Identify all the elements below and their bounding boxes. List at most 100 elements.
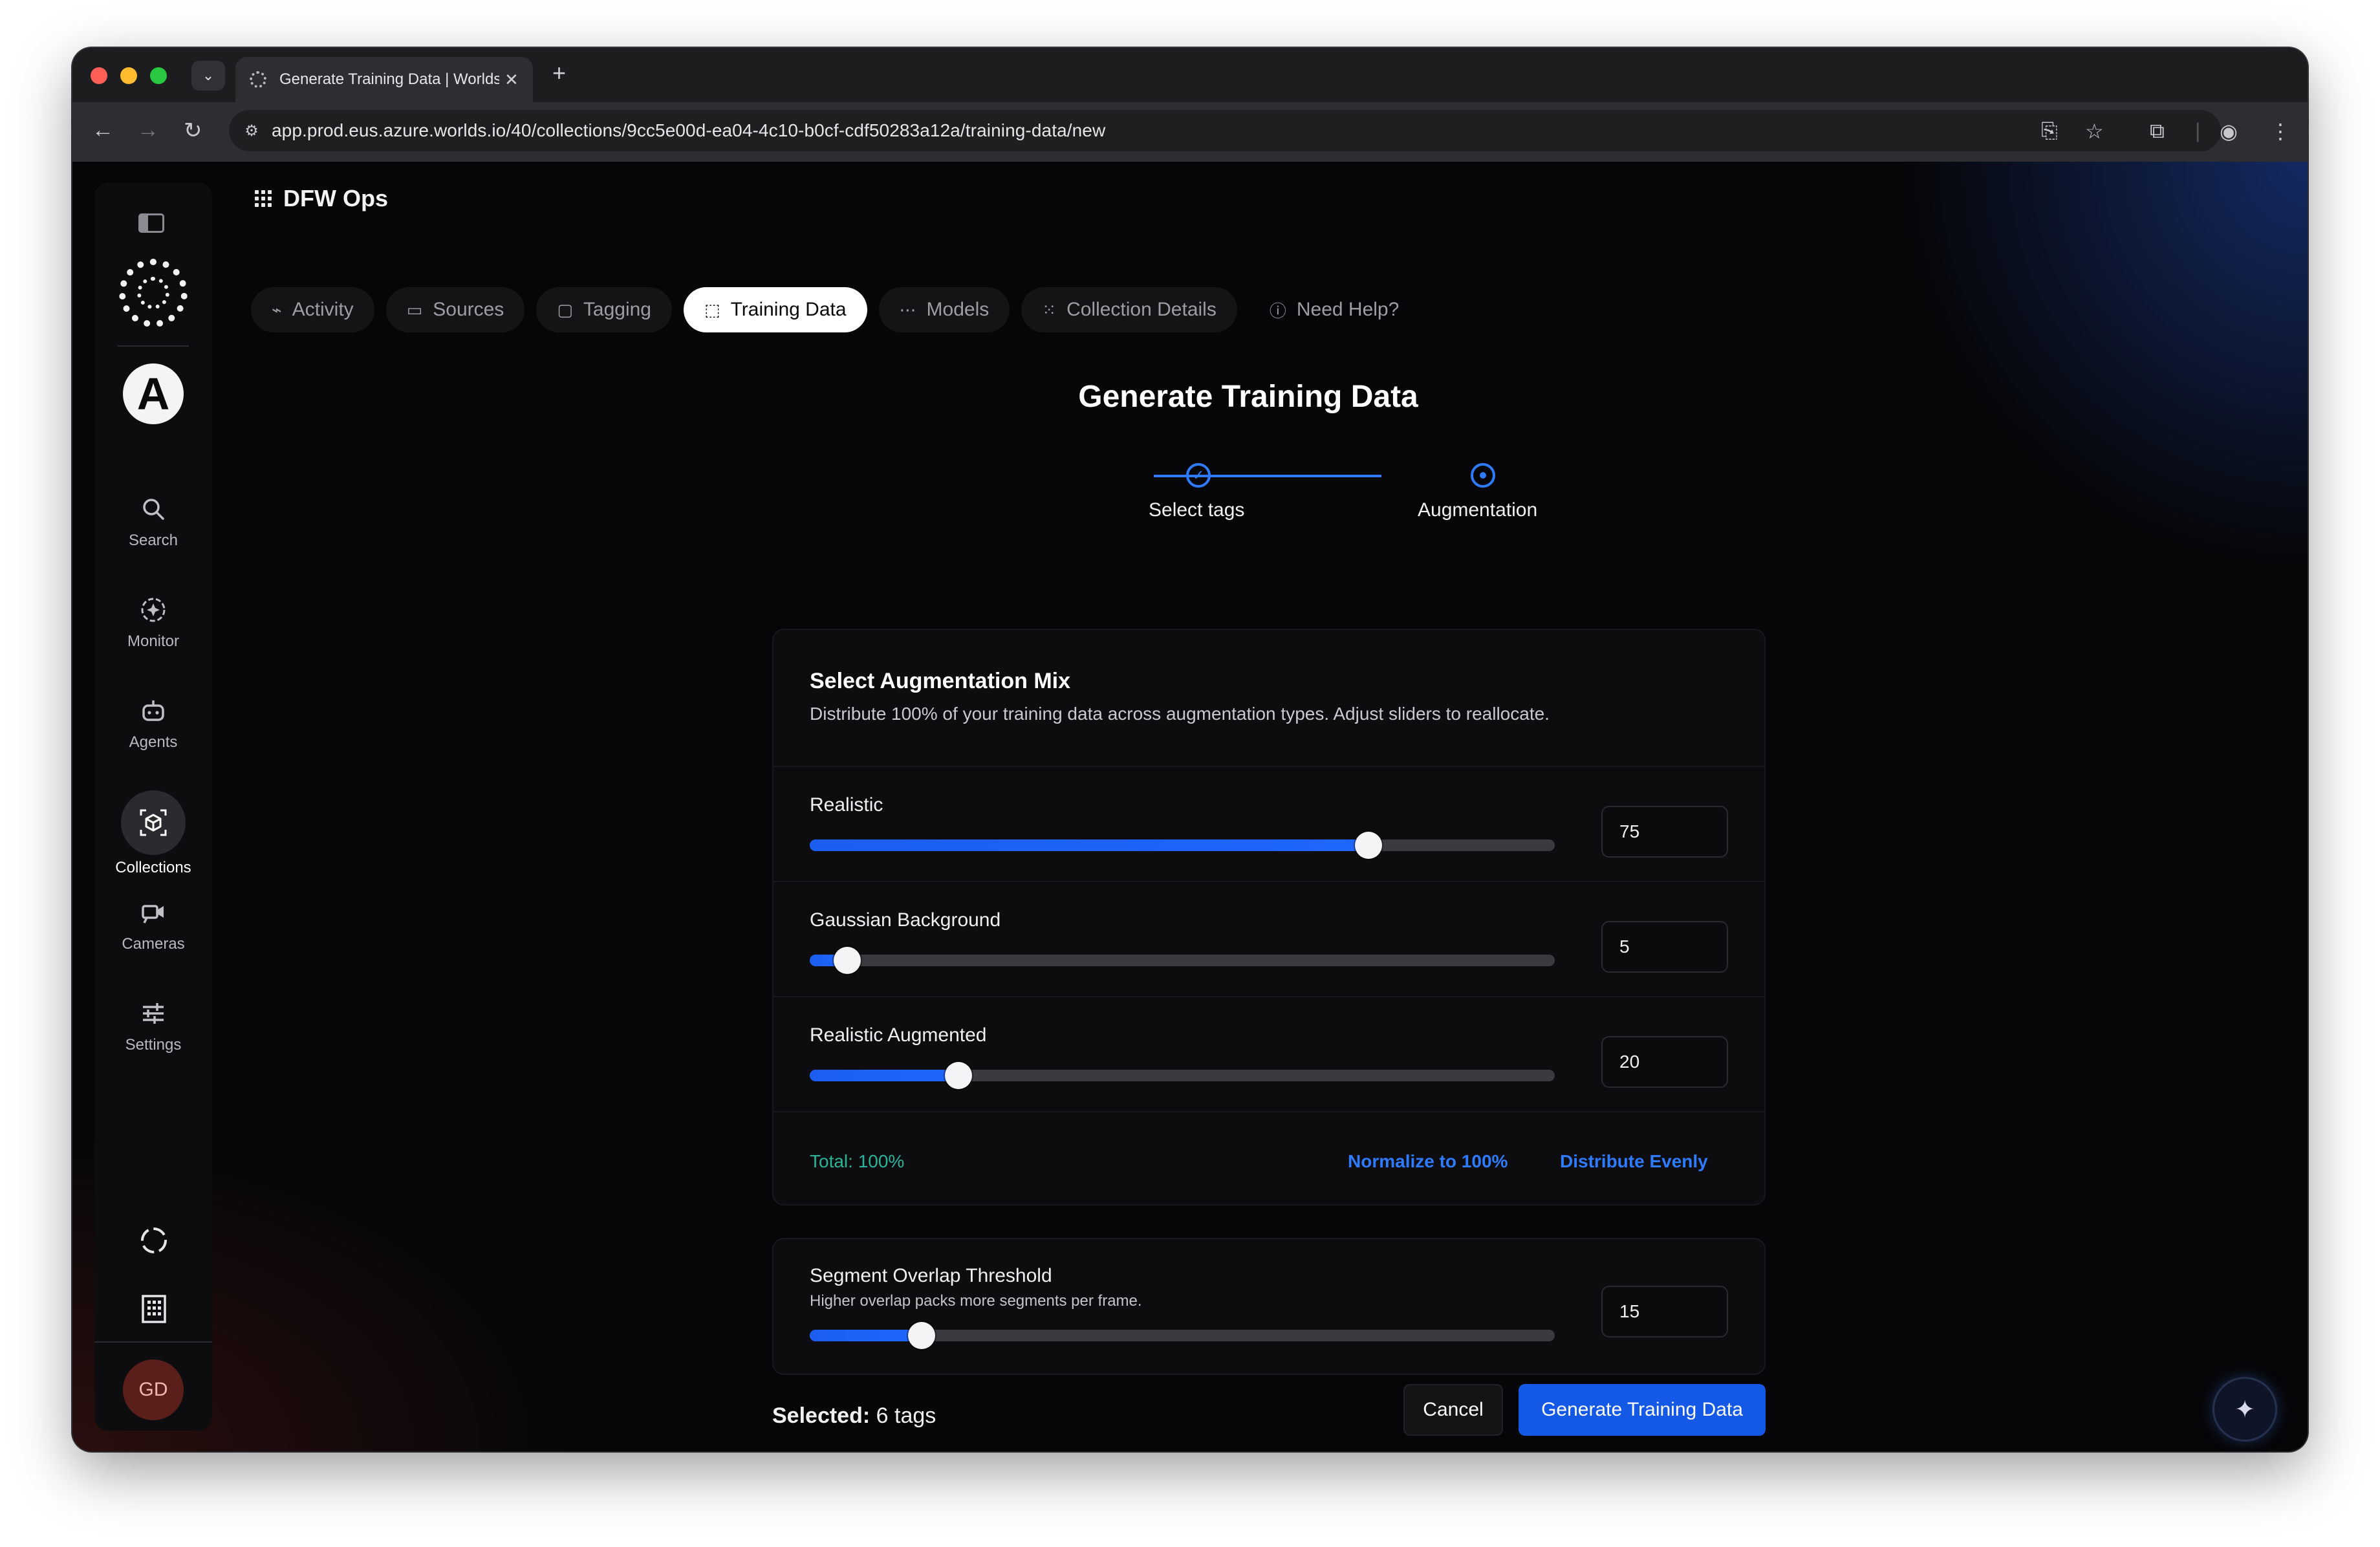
- close-window-button[interactable]: [91, 67, 107, 84]
- address-bar[interactable]: ⚙ app.prod.eus.azure.worlds.io/40/collec…: [229, 110, 2221, 151]
- tab-label: Tagging: [583, 299, 651, 320]
- toolbar-separator: |: [2195, 119, 2201, 142]
- realistic-percent-input[interactable]: 75: [1601, 806, 1728, 858]
- collection-tabs: ⌁ Activity ▭ Sources ▢ Tagging ⬚ Trainin…: [251, 287, 1420, 332]
- sidebar-item-search[interactable]: Search: [94, 490, 212, 550]
- sliders-icon: [135, 995, 172, 1032]
- gaussian-background-slider[interactable]: [810, 947, 1555, 974]
- install-app-icon[interactable]: ⎘: [2041, 119, 2058, 144]
- realistic-slider[interactable]: [810, 832, 1555, 859]
- segment-overlap-card: Segment Overlap Threshold Higher overlap…: [772, 1238, 1766, 1375]
- total-percent: Total: 100%: [810, 1151, 905, 1171]
- cancel-button[interactable]: Cancel: [1403, 1384, 1503, 1436]
- org-title: DFW Ops: [283, 185, 388, 211]
- menu-kebab-icon[interactable]: ⋮: [2270, 119, 2291, 144]
- tab-search-button[interactable]: ⌄: [191, 61, 225, 91]
- stepper-line: [1154, 475, 1381, 477]
- segment-overlap-slider[interactable]: [810, 1322, 1555, 1349]
- robot-icon: [135, 692, 172, 730]
- new-tab-icon[interactable]: +: [552, 60, 566, 87]
- sidebar-item-label: Collections: [115, 859, 191, 876]
- sidebar-item-collections[interactable]: Collections: [94, 790, 212, 877]
- tab-collection-details[interactable]: ⁙ Collection Details: [1021, 287, 1237, 332]
- browser-tab-title: Generate Training Data | Worlds: [279, 70, 499, 88]
- selected-tags-summary: Selected: 6 tags: [772, 1403, 936, 1429]
- gaussian-background-percent-input[interactable]: 5: [1601, 921, 1728, 973]
- slider-thumb[interactable]: [833, 947, 861, 974]
- selected-prefix: Selected:: [772, 1403, 871, 1428]
- cube-icon: [121, 790, 186, 855]
- sparkle-icon: ✦: [2234, 1396, 2255, 1423]
- favicon-icon: [250, 71, 266, 88]
- tab-training-data[interactable]: ⬚ Training Data: [683, 287, 867, 332]
- augmentation-card-description: Distribute 100% of your training data ac…: [810, 704, 1550, 724]
- overlap-description: Higher overlap packs more segments per f…: [810, 1292, 1142, 1310]
- page-title: Generate Training Data: [1078, 380, 1418, 414]
- sidebar-item-cameras[interactable]: Cameras: [94, 894, 212, 953]
- slider-thumb[interactable]: [1355, 832, 1382, 859]
- user-avatar[interactable]: GD: [123, 1359, 184, 1420]
- tab-label: Sources: [433, 299, 504, 320]
- realistic-augmented-percent-input[interactable]: 20: [1601, 1036, 1728, 1088]
- maximize-window-button[interactable]: [150, 67, 167, 84]
- activity-icon: ⌁: [272, 299, 282, 319]
- slider-fill: [810, 1330, 922, 1341]
- distribute-evenly-button[interactable]: Distribute Evenly: [1560, 1151, 1708, 1172]
- sidebar-divider: [118, 345, 189, 347]
- folder-icon: ▭: [406, 299, 423, 319]
- profile-icon[interactable]: ◉: [2220, 119, 2238, 144]
- loading-spinner-icon[interactable]: [137, 1224, 171, 1257]
- apps-grid-icon[interactable]: [255, 190, 272, 207]
- realistic-augmented-slider[interactable]: [810, 1062, 1555, 1089]
- tab-tagging[interactable]: ▢ Tagging: [536, 287, 672, 332]
- ai-assistant-button[interactable]: ✦: [2214, 1379, 2275, 1440]
- worlds-logo-icon[interactable]: [119, 259, 188, 327]
- forward-arrow-icon[interactable]: →: [137, 118, 159, 143]
- chevron-down-icon: ⌄: [202, 67, 215, 83]
- sidebar-item-label: Monitor: [127, 633, 180, 650]
- reload-icon[interactable]: ↻: [184, 118, 202, 144]
- sidebar-item-settings[interactable]: Settings: [94, 995, 212, 1054]
- minimize-window-button[interactable]: [120, 67, 137, 84]
- tab-models[interactable]: ⋯ Models: [878, 287, 1010, 332]
- normalize-button[interactable]: Normalize to 100%: [1348, 1151, 1508, 1172]
- slider-fill: [810, 839, 1368, 851]
- need-help-link[interactable]: ⓘ Need Help?: [1249, 287, 1420, 332]
- overlap-title: Segment Overlap Threshold: [810, 1265, 1052, 1286]
- site-info-icon[interactable]: ⚙: [242, 121, 261, 140]
- slider-fill: [810, 1070, 959, 1081]
- sidebar-divider: [94, 1341, 212, 1343]
- sidebar-item-monitor[interactable]: Monitor: [94, 591, 212, 651]
- close-tab-icon[interactable]: ✕: [504, 70, 519, 90]
- sidebar-item-agents[interactable]: Agents: [94, 692, 212, 752]
- segment-overlap-input[interactable]: 15: [1601, 1286, 1728, 1337]
- step-label-augmentation: Augmentation: [1418, 499, 1538, 521]
- browser-tab[interactable]: Generate Training Data | Worlds ✕: [235, 57, 533, 102]
- slider-row-gaussian-background: Gaussian Background 5: [774, 881, 1764, 996]
- slider-thumb[interactable]: [907, 1322, 935, 1349]
- slider-row-realistic-augmented: Realistic Augmented 20: [774, 996, 1764, 1111]
- tab-activity[interactable]: ⌁ Activity: [251, 287, 374, 332]
- slider-label: Gaussian Background: [810, 909, 1001, 931]
- tab-label: Collection Details: [1066, 299, 1217, 320]
- building-icon[interactable]: [137, 1292, 171, 1326]
- search-icon: [135, 490, 172, 528]
- selected-count: 6 tags: [876, 1403, 936, 1428]
- back-arrow-icon[interactable]: ←: [92, 118, 114, 143]
- sidebar-item-label: Search: [128, 532, 178, 549]
- monitor-icon: [135, 591, 172, 629]
- sidebar-toggle-icon[interactable]: [138, 213, 164, 233]
- org-header: DFW Ops: [255, 185, 388, 212]
- tab-label: Training Data: [730, 299, 847, 320]
- slider-row-realistic: Realistic 75: [774, 766, 1764, 881]
- extensions-icon[interactable]: ⧉: [2150, 119, 2165, 144]
- url-text: app.prod.eus.azure.worlds.io/40/collecti…: [272, 120, 1106, 140]
- generate-training-data-button[interactable]: Generate Training Data: [1519, 1384, 1766, 1436]
- browser-tab-bar: ⌄ Generate Training Data | Worlds ✕ +: [72, 48, 2308, 102]
- augmentation-card-title: Select Augmentation Mix: [810, 669, 1071, 693]
- tab-sources[interactable]: ▭ Sources: [385, 287, 525, 332]
- bookmark-star-icon[interactable]: ☆: [2085, 119, 2104, 144]
- tab-label: Activity: [292, 299, 354, 320]
- help-circle-icon: ⓘ: [1269, 301, 1286, 321]
- slider-thumb[interactable]: [945, 1062, 973, 1089]
